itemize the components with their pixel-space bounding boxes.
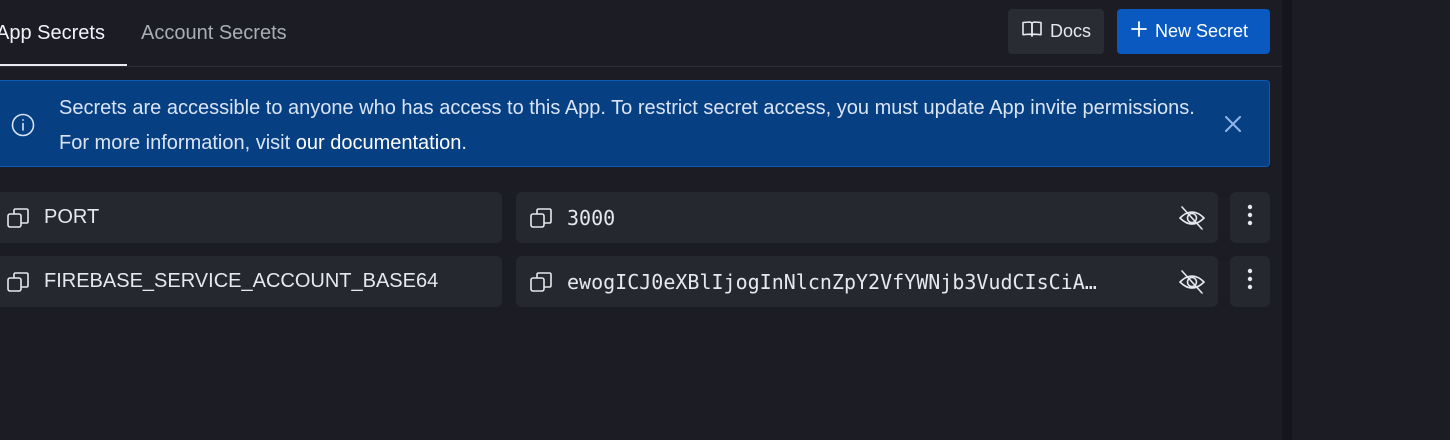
tab-account-secrets[interactable]: Account Secrets — [141, 0, 287, 66]
secrets-panel: App Secrets Account Secrets Docs New Sec… — [0, 0, 1282, 440]
secret-key-field[interactable]: FIREBASE_SERVICE_ACCOUNT_BASE64 — [0, 256, 502, 307]
docs-button[interactable]: Docs — [1008, 9, 1104, 54]
info-banner: Secrets are accessible to anyone who has… — [0, 80, 1270, 167]
panel-divider[interactable] — [1282, 0, 1292, 440]
active-tab-indicator — [0, 64, 127, 66]
tab-label: Account Secrets — [141, 21, 287, 44]
copy-icon[interactable] — [529, 271, 553, 298]
secret-value-field[interactable]: 3000 — [516, 192, 1218, 243]
kebab-menu-icon — [1247, 268, 1253, 295]
secret-key-field[interactable]: PORT — [0, 192, 502, 243]
secret-value: 3000 — [567, 205, 616, 230]
copy-icon[interactable] — [6, 207, 30, 234]
tab-bar: App Secrets Account Secrets Docs New Sec… — [0, 0, 1282, 67]
copy-icon[interactable] — [6, 271, 30, 298]
docs-label: Docs — [1050, 21, 1092, 41]
documentation-link[interactable]: our documentation — [296, 132, 462, 154]
tab-label: App Secrets — [0, 21, 105, 44]
info-icon — [11, 113, 35, 142]
close-icon[interactable] — [1223, 114, 1243, 139]
book-icon — [1022, 20, 1042, 43]
secret-value-field[interactable]: ewogICJ0eXBlIjogInNlcnZpY2VfYWNjb3VudCIs… — [516, 256, 1218, 307]
plus-icon — [1131, 21, 1147, 42]
tab-app-secrets[interactable]: App Secrets — [0, 0, 105, 66]
secret-menu-button[interactable] — [1230, 192, 1270, 243]
new-secret-button[interactable]: New Secret — [1117, 9, 1270, 54]
kebab-menu-icon — [1247, 204, 1253, 231]
banner-suffix: . — [461, 132, 467, 154]
eye-off-icon[interactable] — [1178, 269, 1206, 300]
eye-off-icon[interactable] — [1178, 205, 1206, 236]
side-area — [1292, 0, 1450, 440]
new-secret-label: New Secret — [1155, 21, 1249, 41]
banner-text: Secrets are accessible to anyone who has… — [59, 97, 1195, 154]
copy-icon[interactable] — [529, 207, 553, 234]
secret-key: PORT — [44, 206, 100, 228]
banner-message: Secrets are accessible to anyone who has… — [59, 91, 1209, 161]
secret-key: FIREBASE_SERVICE_ACCOUNT_BASE64 — [44, 270, 439, 292]
secret-menu-button[interactable] — [1230, 256, 1270, 307]
secret-value: ewogICJ0eXBlIjogInNlcnZpY2VfYWNjb3VudCIs… — [567, 269, 1097, 294]
